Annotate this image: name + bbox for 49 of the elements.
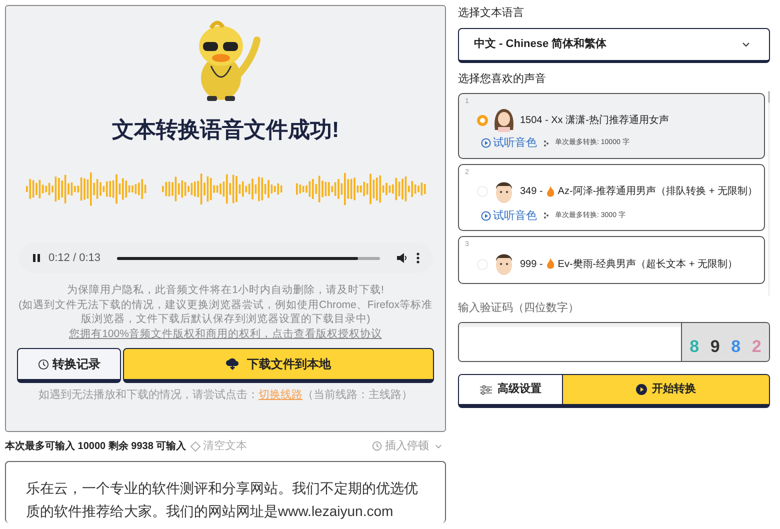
captcha-char: 8 — [690, 336, 700, 358]
voice-name: 349 - — [520, 185, 543, 199]
advanced-settings-button[interactable]: 高级设置 — [459, 375, 563, 404]
captcha-char: 9 — [710, 336, 720, 358]
language-label: 选择文本语言 — [458, 6, 525, 20]
current-line-text: （当前线路：主线路） — [302, 388, 412, 403]
privacy-note: 为保障用户隐私，此音频文件将在1小时内自动删除，请及时下载! — [66, 283, 385, 298]
chevron-down-icon — [742, 42, 750, 47]
captcha-image[interactable]: 8 9 8 2 — [681, 323, 769, 361]
radio-button[interactable] — [477, 114, 488, 126]
preview-link[interactable]: 试听音色 — [481, 135, 537, 152]
eraser-icon — [190, 440, 202, 452]
voice-name: 999 - — [520, 258, 543, 272]
captcha-input[interactable] — [459, 323, 681, 361]
language-value: 中文 - Chinese 简体和繁体 — [474, 36, 607, 52]
voice-label: 选择您喜欢的声音 — [458, 72, 547, 86]
pause-icon[interactable] — [32, 253, 40, 263]
clock-icon — [372, 441, 382, 451]
sparkle-icon — [543, 140, 549, 147]
success-title: 文本转换语音文件成功! — [112, 116, 340, 144]
play-circle-icon — [481, 138, 491, 148]
fallback-text: 如遇到无法播放和下载的情况，请尝试点击： — [38, 388, 258, 403]
volume-icon[interactable] — [396, 252, 408, 264]
voice-name: Az-阿泽-推荐通用男声（排队转换 + 无限制） — [558, 184, 758, 199]
clock-icon — [38, 358, 48, 370]
time-display: 0:12 / 0:13 — [48, 250, 100, 266]
captcha-char: 8 — [731, 336, 741, 358]
input-counter: 本次最多可输入 10000 剩余 9938 可输入 — [5, 440, 186, 454]
sparkle-icon — [543, 212, 549, 220]
preview-link[interactable]: 试听音色 — [481, 208, 537, 224]
history-button[interactable]: 转换记录 — [17, 348, 121, 383]
download-button[interactable]: 下载文件到本地 — [123, 348, 434, 383]
text-input[interactable]: 乐在云，一个专业的软件测评和分享网站。我们不定期的优选优质的软件推荐给大家。我们的网站网址是www.lezaiyun.com — [5, 461, 446, 523]
play-circle-icon — [636, 384, 647, 395]
start-convert-button[interactable]: 开始转换 — [563, 375, 769, 404]
woman-avatar-icon — [493, 108, 515, 132]
voice-name: Ev-樊雨-经典男声（超长文本 + 无限制） — [558, 258, 738, 272]
cloud-download-icon — [226, 358, 239, 370]
audio-player[interactable]: 0:12 / 0:13 — [18, 243, 432, 273]
sliders-icon — [480, 384, 492, 394]
captcha-char: 2 — [752, 336, 762, 358]
play-circle-icon — [481, 210, 491, 221]
voice-name: 1504 - Xx 潇潇-热门推荐通用女声 — [520, 114, 669, 128]
input-text: 乐在云，一个专业的软件测评和分享网站。我们不定期的优选优质的软件推荐给大家。我们的网站网址是www.lezaiyun.com — [26, 479, 419, 521]
chevron-down-icon — [435, 444, 442, 448]
privacy-note: (如遇到文件无法下载的情况，建议更换浏览器尝试，例如使用Chrome、Firefox等标准版浏览器，文件下载后默认保存到浏览器设置的下载目录中) — [18, 298, 434, 326]
language-select[interactable]: 中文 - Chinese 简体和繁体 — [458, 28, 770, 63]
captcha-label: 输入验证码（四位数字） — [458, 301, 580, 315]
more-icon[interactable] — [416, 252, 420, 264]
